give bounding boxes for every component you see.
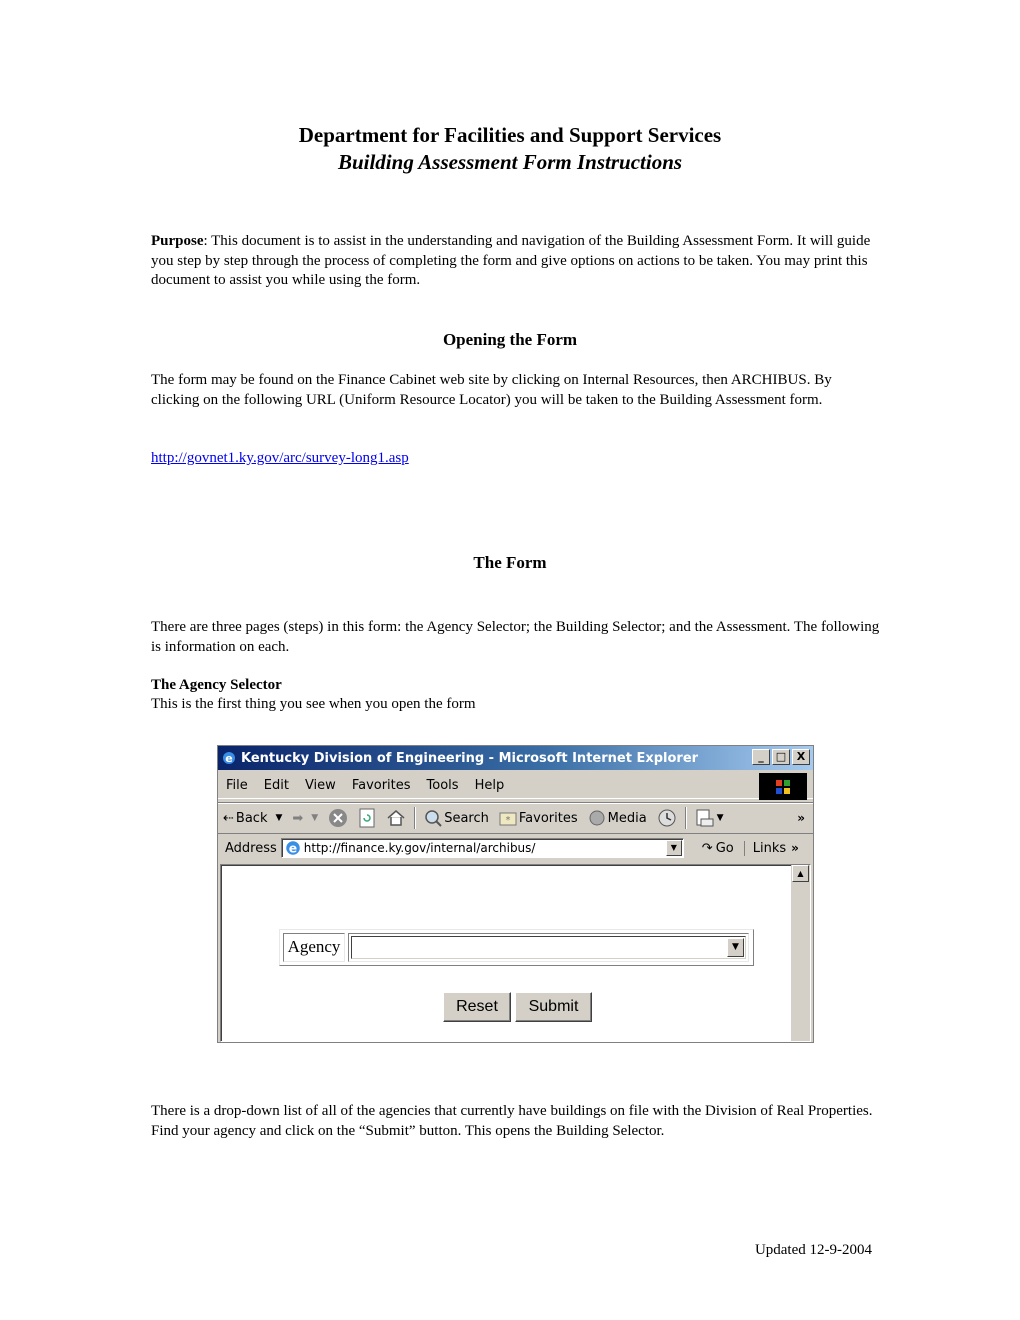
- favorites-icon: *: [499, 812, 517, 826]
- forward-arrow-icon: ➡: [292, 810, 304, 826]
- address-value: http://finance.ky.gov/internal/archibus/: [303, 841, 536, 855]
- address-bar: Address e http://finance.ky.gov/internal…: [218, 834, 813, 862]
- svg-text:*: *: [505, 815, 510, 826]
- home-button[interactable]: [381, 808, 411, 828]
- toolbar-separator: [684, 807, 687, 829]
- browser-window-title: Kentucky Division of Engineering - Micro…: [241, 750, 699, 766]
- menu-tools[interactable]: Tools: [419, 778, 467, 793]
- history-button[interactable]: [652, 808, 682, 828]
- minimize-button[interactable]: _: [752, 749, 770, 765]
- section-heading-opening: Opening the Form: [442, 330, 578, 349]
- mail-button[interactable]: ▼: [690, 809, 729, 827]
- history-icon: [658, 809, 676, 827]
- media-label: Media: [607, 810, 647, 826]
- ie-logo-icon: e: [223, 752, 235, 765]
- survey-link-row: http://govnet1.ky.gov/arc/survey-long1.a…: [151, 449, 881, 469]
- survey-link[interactable]: http://govnet1.ky.gov/arc/survey-long1.a…: [151, 450, 409, 466]
- submit-button[interactable]: Submit: [515, 992, 592, 1022]
- menu-file[interactable]: File: [218, 778, 256, 793]
- stop-icon: [329, 809, 348, 827]
- favorites-button[interactable]: * Favorites: [494, 810, 583, 826]
- address-input[interactable]: e http://finance.ky.gov/internal/archibu…: [280, 838, 684, 858]
- go-button[interactable]: ↷ Go: [684, 841, 744, 856]
- agency-form-table: Agency ▼: [279, 929, 754, 966]
- form-paragraph: There are three pages (steps) in this fo…: [151, 619, 880, 655]
- browser-toolbar: ⇠ Back ▼ ➡ ▼ Search * Favorites Media ▼ …: [218, 802, 813, 834]
- opening-paragraph: The form may be found on the Finance Cab…: [151, 372, 832, 408]
- svg-text:e: e: [225, 752, 232, 765]
- search-icon: [425, 810, 442, 827]
- section-heading-form: The Form: [473, 553, 547, 572]
- page-icon: e: [286, 841, 300, 856]
- menu-favorites[interactable]: Favorites: [344, 778, 419, 793]
- back-button[interactable]: ⇠ Back ▼: [218, 811, 287, 826]
- search-button[interactable]: Search: [419, 809, 494, 827]
- address-dropdown-icon[interactable]: ▼: [665, 840, 682, 856]
- browser-content: ▲ Agency ▼ Reset Submit: [220, 864, 811, 1042]
- agency-selector-subheading: The Agency Selector: [151, 677, 282, 693]
- menu-view[interactable]: View: [297, 778, 344, 793]
- agency-selector-subtext: This is the first thing you see when you…: [151, 696, 476, 712]
- forward-button[interactable]: ➡ ▼: [287, 811, 323, 826]
- document-title-line1: Department for Facilities and Support Se…: [298, 123, 722, 147]
- browser-titlebar: e Kentucky Division of Engineering - Mic…: [218, 746, 813, 770]
- menu-edit[interactable]: Edit: [256, 778, 297, 793]
- back-arrow-icon: ⇠: [223, 810, 234, 826]
- purpose-label: Purpose: [151, 233, 204, 249]
- window-controls: _ □ X: [752, 749, 810, 765]
- search-label: Search: [444, 810, 489, 826]
- mail-dropdown-icon: ▼: [716, 813, 724, 823]
- purpose-paragraph: Purpose: This document is to assist in t…: [151, 232, 881, 291]
- go-arrow-icon: ↷: [701, 840, 713, 856]
- refresh-button[interactable]: [353, 808, 381, 828]
- stop-button[interactable]: [323, 808, 353, 828]
- toolbar-separator: [414, 807, 417, 829]
- agency-dropdown-icon[interactable]: ▼: [727, 938, 744, 957]
- document-title-line2: Building Assessment Form Instructions: [337, 150, 683, 174]
- agency-label: Agency: [283, 933, 345, 962]
- back-dropdown-icon: ▼: [275, 813, 283, 823]
- toolbar-more-chevron[interactable]: »: [797, 811, 805, 825]
- go-label: Go: [715, 840, 734, 856]
- purpose-text: : This document is to assist in the unde…: [151, 233, 871, 288]
- media-icon: [589, 810, 605, 826]
- reset-button[interactable]: Reset: [443, 992, 511, 1022]
- windows-logo-icon: [759, 773, 807, 800]
- links-chevron-icon: »: [791, 841, 799, 855]
- back-label: Back: [235, 810, 268, 826]
- media-button[interactable]: Media: [583, 809, 652, 827]
- maximize-button[interactable]: □: [772, 749, 790, 765]
- browser-menubar: File Edit View Favorites Tools Help: [218, 772, 813, 799]
- mail-icon: [696, 809, 714, 827]
- svg-text:e: e: [289, 842, 297, 856]
- favorites-label: Favorites: [518, 810, 578, 826]
- vertical-scrollbar[interactable]: ▲: [791, 865, 810, 1041]
- agency-selector-description: There is a drop-down list of all of the …: [151, 1103, 873, 1139]
- links-label: Links: [752, 840, 787, 856]
- updated-date: Updated 12-9-2004: [754, 1242, 872, 1258]
- refresh-icon: [359, 808, 375, 828]
- scroll-up-icon[interactable]: ▲: [792, 865, 809, 882]
- agency-select[interactable]: ▼: [348, 933, 749, 962]
- address-label: Address: [225, 840, 277, 856]
- menu-help[interactable]: Help: [467, 778, 513, 793]
- forward-dropdown-icon: ▼: [311, 813, 319, 823]
- links-button[interactable]: Links »: [743, 840, 799, 856]
- home-icon: [387, 810, 405, 826]
- browser-screenshot: e Kentucky Division of Engineering - Mic…: [217, 745, 814, 1043]
- close-button[interactable]: X: [792, 749, 810, 765]
